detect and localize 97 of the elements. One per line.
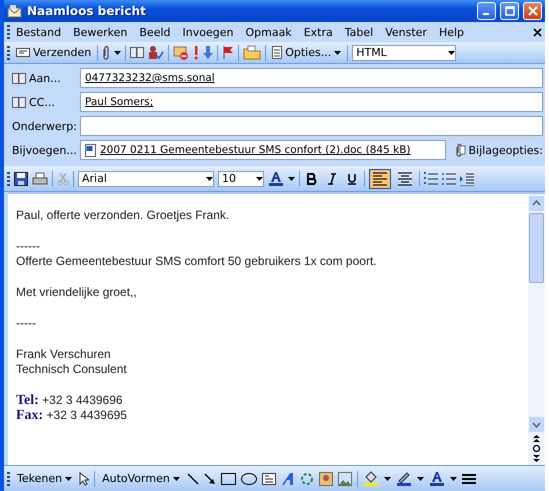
line-style-icon[interactable]	[462, 472, 476, 484]
paperclip-icon[interactable]	[102, 45, 110, 60]
word-document-icon	[85, 144, 97, 156]
menu-item[interactable]: Invoegen	[176, 24, 240, 40]
attachment-options-button[interactable]: Bijlageopties:	[454, 143, 543, 157]
body-text: Technisch Consulent	[16, 362, 128, 377]
caret-icon[interactable]	[172, 476, 180, 480]
document-icon	[272, 46, 282, 59]
text-box-icon[interactable]	[262, 472, 276, 484]
previous-page-icon[interactable]	[532, 434, 541, 442]
maximize-button[interactable]	[500, 2, 519, 20]
rectangle-icon[interactable]	[220, 472, 236, 484]
font-size-dropdown[interactable]: 10	[218, 170, 264, 186]
minimize-button[interactable]	[477, 2, 496, 20]
scroll-down-icon[interactable]	[529, 417, 544, 432]
bullet-list-icon[interactable]	[442, 172, 456, 186]
recipient-field[interactable]: Paul Somers;	[80, 92, 543, 112]
caret-icon[interactable]	[416, 476, 424, 480]
underline-icon	[347, 172, 357, 184]
address-book-icon[interactable]	[12, 96, 26, 108]
window-title: Naamloos bericht	[27, 4, 147, 18]
body-text: Offerte Gemeentebestuur SMS comfort 50 gebruikers 1x com poort.	[16, 254, 378, 269]
body-text: ------	[16, 239, 41, 254]
subject-field[interactable]	[80, 116, 543, 136]
envelope-icon	[16, 48, 30, 57]
align-left-button[interactable]	[369, 168, 391, 188]
caret-icon[interactable]	[114, 50, 122, 54]
address-book-icon[interactable]	[130, 47, 144, 58]
recipient-field[interactable]: 0477323232@sms.sonal	[80, 68, 543, 88]
wordart-icon[interactable]	[280, 472, 295, 486]
caret-icon[interactable]	[450, 476, 457, 480]
address-book-icon[interactable]	[12, 72, 26, 84]
scroll-up-icon[interactable]	[529, 196, 544, 211]
next-page-icon[interactable]	[532, 455, 541, 463]
envelope-stop-icon[interactable]	[173, 45, 190, 60]
envelope-icon	[7, 4, 23, 18]
down-arrow-icon[interactable]	[203, 45, 214, 60]
save-icon[interactable]	[14, 172, 28, 186]
close-icon[interactable]	[533, 28, 542, 36]
contact-line: Fax: +32 3 4439695	[16, 408, 128, 423]
scroll-thumb[interactable]	[529, 213, 544, 283]
align-center-button[interactable]	[395, 170, 415, 188]
fill-color-icon[interactable]	[362, 471, 379, 486]
caret-icon[interactable]	[65, 476, 72, 480]
address-button[interactable]: Aan...	[12, 68, 74, 88]
caret-icon[interactable]	[384, 476, 391, 480]
attachment-field[interactable]: 2007 0211 Gemeentebestuur SMS confort (2).doc (845 kB)	[80, 140, 446, 160]
ellipse-icon[interactable]	[240, 472, 257, 484]
indent-icon[interactable]	[460, 172, 474, 186]
check-names-icon[interactable]	[148, 45, 164, 60]
send-button[interactable]: Verzenden	[14, 45, 94, 60]
bold-icon	[307, 172, 317, 184]
font-color-icon[interactable]	[428, 471, 445, 486]
line-icon[interactable]	[186, 472, 199, 484]
menu-item[interactable]: Opmaak	[239, 24, 298, 40]
browse-object-icon[interactable]	[532, 444, 541, 453]
picture-icon[interactable]	[338, 472, 352, 486]
scrollbar[interactable]	[528, 194, 545, 465]
menu-item[interactable]: Tabel	[338, 24, 380, 40]
body-text: Frank Verschuren	[16, 347, 112, 362]
format-dropdown[interactable]: HTML	[352, 44, 456, 60]
pointer-icon[interactable]	[79, 472, 90, 486]
caret-icon[interactable]	[256, 176, 263, 180]
italic-icon	[327, 172, 337, 184]
options-button[interactable]: Opties...	[270, 45, 344, 60]
field-label: Onderwerp:	[12, 118, 74, 134]
maximize-icon[interactable]	[504, 6, 514, 16]
body-text: -----	[16, 316, 37, 331]
autoshapes-button[interactable]: AutoVormen	[100, 471, 182, 486]
font-dropdown[interactable]: Arial	[78, 170, 214, 186]
font-color-icon[interactable]	[268, 171, 284, 186]
close-button[interactable]	[523, 2, 542, 20]
caret-icon[interactable]	[288, 176, 295, 180]
menu-item[interactable]: Help	[432, 24, 470, 40]
line-color-icon[interactable]	[396, 471, 412, 486]
menu-item[interactable]: Venster	[379, 24, 433, 40]
body-text: Paul, offerte verzonden. Groetjes Frank.	[16, 208, 230, 223]
address-button[interactable]: CC...	[12, 92, 74, 112]
caret-icon[interactable]	[448, 50, 456, 54]
caret-icon[interactable]	[334, 50, 342, 54]
menu-item[interactable]: Beeld	[133, 24, 177, 40]
align-left-icon	[373, 172, 387, 186]
arrow-icon[interactable]	[204, 472, 216, 484]
field-label[interactable]: Bijvoegen...	[12, 140, 74, 160]
contact-line: Tel: +32 3 4439696	[16, 393, 124, 408]
exclamation-icon[interactable]	[193, 45, 200, 60]
flag-icon[interactable]	[222, 45, 234, 60]
paperclip-icon	[454, 143, 466, 157]
menu-item[interactable]: Bewerken	[67, 24, 134, 40]
folder-icon[interactable]	[243, 45, 262, 60]
caret-icon[interactable]	[206, 176, 213, 180]
body-text: Met vriendelijke groet,,	[16, 285, 138, 300]
menu-item[interactable]: Bestand	[10, 24, 68, 40]
menu-item[interactable]: Extra	[298, 24, 339, 40]
print-icon[interactable]	[32, 172, 48, 186]
draw-menu-button[interactable]: Tekenen	[15, 471, 74, 486]
align-center-icon	[398, 172, 412, 186]
